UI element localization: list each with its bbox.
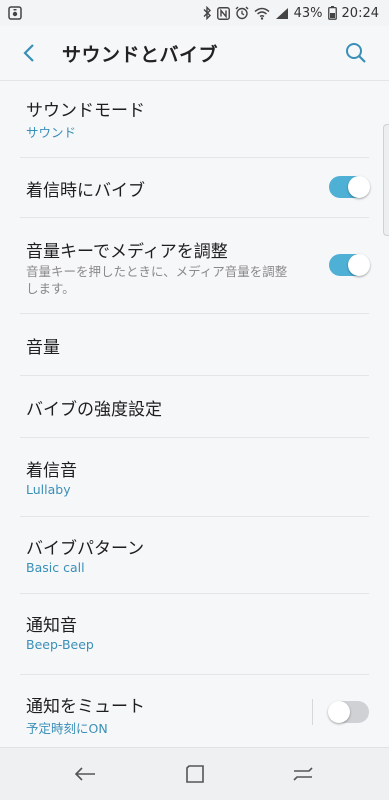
setting-title: 着信時にバイブ [26, 181, 145, 201]
toggle-knob [348, 176, 370, 198]
setting-title: 通知をミュート [26, 697, 145, 717]
vertical-divider [312, 699, 313, 725]
nav-recents-button[interactable] [288, 759, 318, 789]
signal-icon [275, 7, 288, 19]
setting-volume[interactable]: 音量 [20, 314, 369, 376]
search-icon [346, 43, 366, 63]
toggle-knob [328, 701, 350, 723]
battery-percent: 43% [293, 5, 323, 21]
setting-subtitle: Beep-Beep [26, 637, 94, 652]
setting-notification-sound[interactable]: 通知音 Beep-Beep [20, 594, 369, 675]
back-arrow-icon [23, 44, 34, 62]
settings-list: サウンドモード サウンド 着信時にバイブ 音量キーでメディアを調整 音量キーを押… [0, 80, 389, 745]
setting-ringtone[interactable]: 着信音 Lullaby [20, 438, 369, 517]
setting-mute-notifications[interactable]: 通知をミュート 予定時刻にON [20, 675, 369, 745]
toggle-knob [348, 254, 370, 276]
status-bar: 43% 20:24 [0, 0, 389, 26]
bluetooth-icon [203, 6, 211, 20]
clock: 20:24 [341, 5, 379, 21]
setting-title: 着信音 [26, 461, 77, 481]
setting-vibration-pattern[interactable]: バイブパターン Basic call [20, 517, 369, 594]
navigation-bar [0, 747, 389, 800]
setting-title: バイブパターン [26, 539, 145, 559]
setting-description: 音量キーを押したときに、メディア音量を調整します。 [26, 264, 288, 296]
setting-subtitle: サウンド [26, 125, 77, 140]
edge-panel-handle[interactable] [383, 124, 389, 236]
setting-vibration-intensity[interactable]: バイブの強度設定 [20, 376, 369, 438]
wifi-icon [254, 7, 270, 20]
vibrate-on-ring-toggle[interactable] [329, 176, 370, 198]
battery-icon [327, 6, 337, 20]
setting-subtitle: Lullaby [26, 482, 71, 497]
setting-title: バイブの強度設定 [26, 400, 162, 420]
recents-icon [293, 767, 313, 781]
nfc-icon [216, 6, 230, 20]
alarm-icon [235, 6, 249, 20]
setting-title: 通知音 [26, 616, 77, 636]
setting-title: 音量 [26, 338, 60, 358]
nav-back-button[interactable] [70, 759, 100, 789]
setting-vibrate-on-ring[interactable]: 着信時にバイブ [20, 158, 370, 218]
nav-home-button[interactable] [180, 759, 210, 789]
setting-sound-mode[interactable]: サウンドモード サウンド [20, 80, 369, 158]
search-button[interactable] [341, 38, 371, 68]
setting-subtitle: Basic call [26, 560, 85, 575]
setting-volume-keys-media[interactable]: 音量キーでメディアを調整 音量キーを押したときに、メディア音量を調整します。 [20, 218, 370, 314]
setting-title: 音量キーでメディアを調整 [26, 242, 228, 262]
back-button[interactable] [14, 38, 44, 68]
home-icon [186, 765, 204, 783]
back-icon [74, 767, 95, 781]
mute-notifications-toggle[interactable] [328, 701, 369, 723]
setting-title: サウンドモード [26, 101, 145, 121]
media-icon [8, 6, 22, 20]
app-bar: サウンドとバイブ [0, 26, 389, 81]
volume-keys-media-toggle[interactable] [329, 254, 370, 276]
setting-subtitle: 予定時刻にON [26, 721, 108, 736]
page-title: サウンドとバイブ [62, 44, 219, 66]
